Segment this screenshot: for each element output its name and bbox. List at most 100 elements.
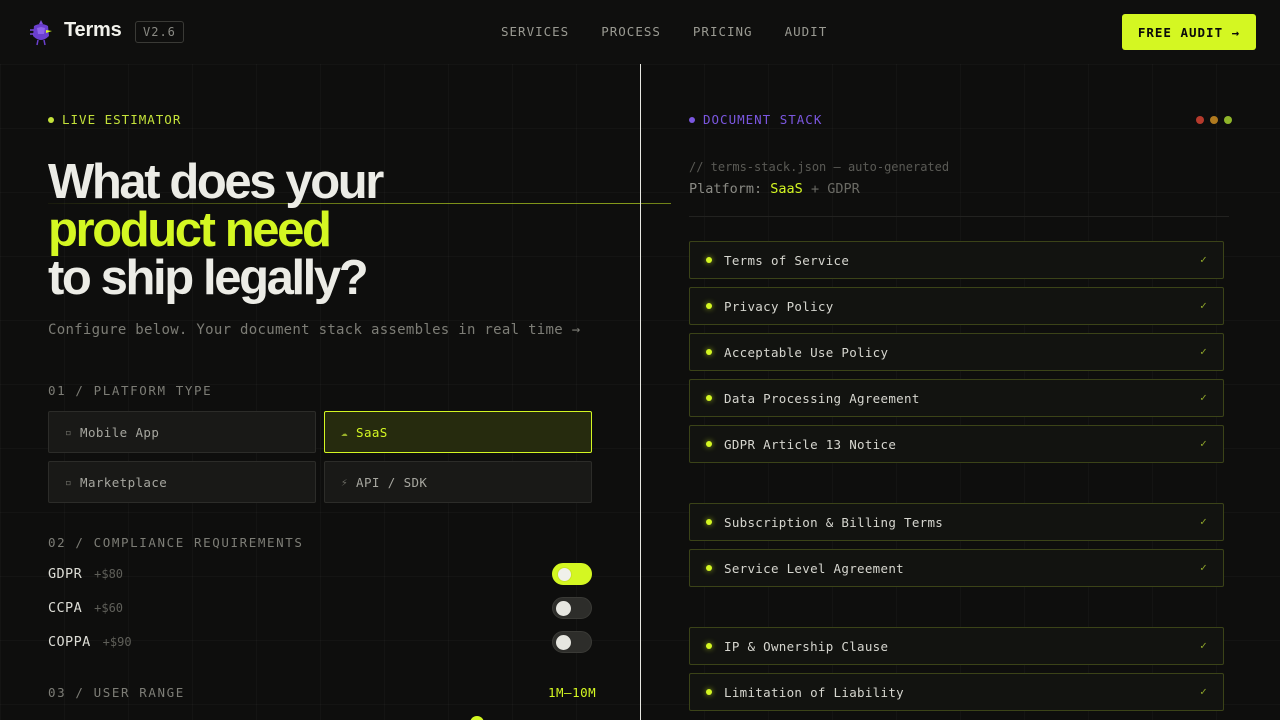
amber-light-icon bbox=[1210, 116, 1218, 124]
check-icon: ✓ bbox=[1200, 515, 1207, 528]
check-icon: ✓ bbox=[1200, 299, 1207, 312]
document-name: Subscription & Billing Terms bbox=[724, 514, 944, 530]
code-comment: // terms-stack.json — auto-generated bbox=[689, 160, 950, 174]
version-badge: V2.6 bbox=[135, 21, 184, 43]
bullet-icon bbox=[706, 395, 712, 401]
platform-summary: Platform: SaaS + GDPR bbox=[689, 181, 860, 197]
platform-key: Platform: bbox=[689, 181, 763, 197]
compliance-price: +$80 bbox=[94, 567, 124, 581]
logo-icon[interactable] bbox=[28, 18, 54, 46]
compliance-name: GDPR bbox=[48, 566, 83, 582]
toggle-knob bbox=[556, 601, 571, 616]
bullet-icon bbox=[706, 565, 712, 571]
headline-subtext: Configure below. Your document stack ass… bbox=[48, 322, 581, 338]
coppa-toggle[interactable] bbox=[552, 631, 592, 653]
option-label: Mobile App bbox=[80, 424, 160, 440]
nav-link-audit[interactable]: AUDIT bbox=[785, 24, 828, 39]
window-lights bbox=[1196, 116, 1232, 124]
ccpa-toggle[interactable] bbox=[552, 597, 592, 619]
nav-link-pricing[interactable]: PRICING bbox=[693, 24, 753, 39]
check-icon: ✓ bbox=[1200, 391, 1207, 404]
platform-option-saas[interactable]: ☁ SaaS bbox=[324, 411, 592, 453]
compliance-price: +$60 bbox=[94, 601, 124, 615]
headline-line-1: What does your bbox=[48, 155, 384, 209]
document-item: Terms of Service ✓ bbox=[689, 241, 1224, 279]
bullet-icon bbox=[706, 257, 712, 263]
document-item: Acceptable Use Policy ✓ bbox=[689, 333, 1224, 371]
document-item: Privacy Policy ✓ bbox=[689, 287, 1224, 325]
platform-option-mobile-app[interactable]: ▫ Mobile App bbox=[48, 411, 316, 453]
check-icon: ✓ bbox=[1200, 253, 1207, 266]
check-icon: ✓ bbox=[1200, 685, 1207, 698]
status-dot-icon bbox=[48, 116, 54, 123]
document-name: Limitation of Liability bbox=[724, 684, 904, 700]
red-light-icon bbox=[1196, 116, 1204, 124]
top-navbar: Terms V2.6 SERVICES PROCESS PRICING AUDI… bbox=[0, 0, 1280, 64]
toggle-knob bbox=[557, 567, 572, 582]
compliance-name: CCPA bbox=[48, 600, 83, 616]
brand-name[interactable]: Terms bbox=[64, 19, 122, 42]
nav-link-process[interactable]: PROCESS bbox=[601, 24, 661, 39]
document-stack-label: DOCUMENT STACK bbox=[689, 112, 822, 127]
document-item: Limitation of Liability ✓ bbox=[689, 673, 1224, 711]
platform-type-label: 01 / PLATFORM TYPE bbox=[48, 383, 213, 398]
live-estimator-label: LIVE ESTIMATOR bbox=[48, 112, 181, 127]
document-name: GDPR Article 13 Notice bbox=[724, 436, 897, 452]
option-label: API / SDK bbox=[356, 474, 428, 490]
option-label: Marketplace bbox=[80, 474, 168, 490]
check-icon: ✓ bbox=[1200, 639, 1207, 652]
document-name: Data Processing Agreement bbox=[724, 390, 920, 406]
platform-option-api-sdk[interactable]: ⚡ API / SDK bbox=[324, 461, 592, 503]
compliance-row-ccpa: CCPA +$60 bbox=[48, 596, 592, 620]
status-dot-icon bbox=[689, 116, 695, 123]
eyebrow-text: DOCUMENT STACK bbox=[703, 112, 823, 127]
user-range-slider-handle[interactable] bbox=[470, 716, 484, 720]
marketplace-icon: ▫ bbox=[65, 475, 73, 489]
compliance-price: +$90 bbox=[102, 635, 132, 649]
document-item: Service Level Agreement ✓ bbox=[689, 549, 1224, 587]
panel-divider bbox=[640, 64, 641, 720]
scan-line-extension bbox=[641, 203, 671, 204]
toggle-knob bbox=[556, 635, 571, 650]
document-name: Terms of Service bbox=[724, 252, 850, 268]
mobile-app-icon: ▫ bbox=[65, 425, 73, 439]
headline-line-3: to ship legally? bbox=[48, 251, 369, 305]
nav-link-services[interactable]: SERVICES bbox=[501, 24, 569, 39]
compliance-row-gdpr: GDPR +$80 bbox=[48, 562, 592, 586]
platform-option-marketplace[interactable]: ▫ Marketplace bbox=[48, 461, 316, 503]
lightning-icon: ⚡ bbox=[341, 475, 349, 489]
bullet-icon bbox=[706, 303, 712, 309]
free-audit-button[interactable]: FREE AUDIT → bbox=[1122, 14, 1256, 50]
bullet-icon bbox=[706, 689, 712, 695]
green-light-icon bbox=[1224, 116, 1232, 124]
document-item: IP & Ownership Clause ✓ bbox=[689, 627, 1224, 665]
document-name: Service Level Agreement bbox=[724, 560, 904, 576]
main-nav: SERVICES PROCESS PRICING AUDIT bbox=[501, 24, 859, 39]
document-name: IP & Ownership Clause bbox=[724, 638, 889, 654]
eyebrow-text: LIVE ESTIMATOR bbox=[62, 112, 182, 127]
check-icon: ✓ bbox=[1200, 345, 1207, 358]
compliance-label: 02 / COMPLIANCE REQUIREMENTS bbox=[48, 535, 304, 550]
user-range-value: 1M–10M bbox=[548, 685, 597, 700]
headline-line-2: product need bbox=[48, 203, 332, 257]
check-icon: ✓ bbox=[1200, 561, 1207, 574]
document-item: Subscription & Billing Terms ✓ bbox=[689, 503, 1224, 541]
document-item: GDPR Article 13 Notice ✓ bbox=[689, 425, 1224, 463]
cloud-icon: ☁ bbox=[341, 425, 349, 439]
platform-extra: + GDPR bbox=[810, 181, 860, 197]
user-range-label: 03 / USER RANGE bbox=[48, 685, 185, 700]
bullet-icon bbox=[706, 349, 712, 355]
document-item: Data Processing Agreement ✓ bbox=[689, 379, 1224, 417]
platform-value: SaaS bbox=[770, 181, 803, 197]
compliance-row-coppa: COPPA +$90 bbox=[48, 630, 592, 654]
bullet-icon bbox=[706, 441, 712, 447]
document-name: Acceptable Use Policy bbox=[724, 344, 889, 360]
bullet-icon bbox=[706, 643, 712, 649]
page-headline: What does your product need to ship lega… bbox=[48, 155, 384, 305]
gdpr-toggle[interactable] bbox=[552, 563, 592, 585]
option-label: SaaS bbox=[356, 424, 388, 440]
check-icon: ✓ bbox=[1200, 437, 1207, 450]
bullet-icon bbox=[706, 519, 712, 525]
document-name: Privacy Policy bbox=[724, 298, 834, 314]
divider bbox=[689, 216, 1229, 217]
